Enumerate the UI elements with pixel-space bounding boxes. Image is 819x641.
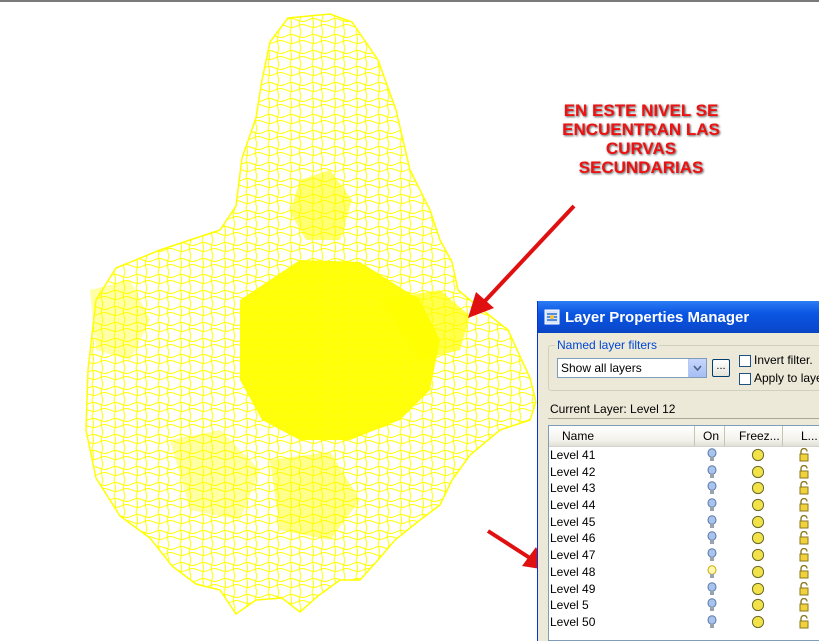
lightbulb-icon[interactable] — [707, 615, 717, 634]
column-header-name[interactable]: Name — [549, 426, 695, 446]
chevron-down-icon[interactable] — [688, 359, 706, 377]
layer-row[interactable]: Level 44 — [549, 497, 819, 514]
layer-row[interactable]: Level 42 — [549, 464, 819, 481]
layer-list-header: Name On Freez... L... — [549, 426, 819, 447]
layer-name: Level 48 — [550, 564, 596, 579]
named-layer-filters-group: Named layer filters Show all layers ... … — [548, 338, 819, 391]
column-header-on[interactable]: On — [695, 426, 725, 446]
layer-row[interactable]: Level 48 — [549, 564, 819, 581]
layer-row[interactable]: Level 47 — [549, 547, 819, 564]
layer-name: Level 44 — [550, 498, 596, 513]
layer-manager-icon — [544, 309, 560, 325]
filter-dialog-button[interactable]: ... — [712, 359, 730, 377]
layer-name: Level 50 — [550, 614, 596, 629]
annotation-line-4: SECUNDARIAS — [578, 158, 704, 177]
layer-rows: Level 41 Level 42 Level 43 Level 44 Level 45… — [549, 447, 819, 631]
layer-filter-value: Show all layers — [561, 361, 642, 375]
column-header-lock[interactable]: L... — [783, 426, 819, 446]
annotation-callout: EN ESTE NIVEL SE ENCUENTRAN LAS CURVAS S… — [528, 101, 754, 177]
current-layer-readout: Current Layer: Level 12 — [550, 402, 675, 416]
layer-name: Level 43 — [550, 481, 596, 496]
invert-filter-checkbox[interactable] — [739, 355, 751, 367]
layer-row[interactable]: Level 5 — [549, 597, 819, 614]
current-layer-label: Current Layer: — [550, 402, 627, 416]
dialog-titlebar[interactable]: Layer Properties Manager — [538, 301, 819, 333]
layer-name: Level 42 — [550, 464, 596, 479]
layer-filter-select[interactable]: Show all layers — [557, 358, 707, 378]
invert-filter-label: Invert filter. — [754, 353, 813, 367]
annotation-line-3: CURVAS — [605, 139, 677, 158]
layer-name: Level 41 — [550, 448, 596, 462]
layer-name: Level 49 — [550, 581, 596, 596]
apply-to-layers-checkbox[interactable] — [739, 373, 751, 385]
apply-to-layers-label: Apply to layers — [754, 371, 819, 385]
layer-row[interactable]: Level 46 — [549, 530, 819, 547]
column-header-freeze[interactable]: Freez... — [725, 426, 783, 446]
layer-row[interactable]: Level 50 — [549, 614, 819, 631]
layer-row[interactable]: Level 43 — [549, 480, 819, 497]
contour-region — [85, 13, 537, 616]
sun-freeze-icon[interactable] — [751, 615, 765, 633]
divider — [548, 418, 819, 419]
layer-properties-dialog[interactable]: Layer Properties Manager Named layer fil… — [537, 301, 819, 641]
layer-name: Level 5 — [550, 598, 589, 613]
annotation-line-1: EN ESTE NIVEL SE — [563, 101, 719, 120]
current-layer-value: Level 12 — [630, 402, 676, 416]
layer-name: Level 47 — [550, 548, 596, 563]
layer-list[interactable]: Name On Freez... L... Level 41 Level 42 Le… — [548, 425, 819, 641]
dialog-title: Layer Properties Manager — [565, 308, 750, 326]
named-layer-filters-label: Named layer filters — [555, 338, 660, 352]
annotation-line-2: ENCUENTRAN LAS — [562, 120, 720, 139]
layer-name: Level 46 — [550, 531, 596, 546]
layer-name: Level 45 — [550, 514, 596, 529]
layer-row[interactable]: Level 41 — [549, 447, 819, 464]
lock-icon[interactable] — [798, 614, 810, 633]
layer-row[interactable]: Level 45 — [549, 514, 819, 531]
layer-row[interactable]: Level 49 — [549, 581, 819, 598]
